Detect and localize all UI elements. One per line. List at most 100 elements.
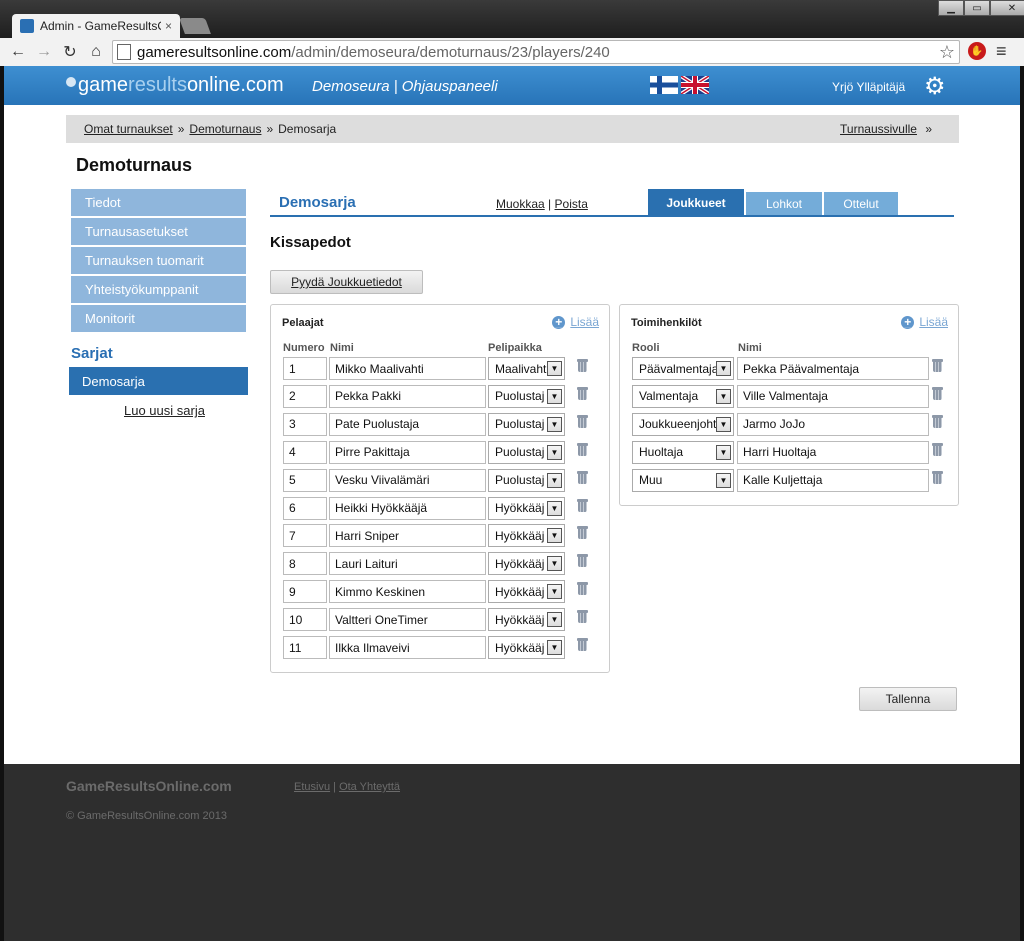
finnish-flag-icon[interactable] [650, 76, 678, 94]
home-icon[interactable]: ⌂ [84, 40, 108, 64]
player-position-select[interactable]: Puolustaj ▼ [488, 440, 565, 464]
tab-lohkot[interactable]: Lohkot [746, 192, 822, 216]
delete-trash-icon[interactable] [577, 414, 588, 428]
player-name-input[interactable]: Harri Sniper [329, 524, 486, 548]
delete-trash-icon[interactable] [577, 470, 588, 484]
staff-name-input[interactable]: Ville Valmentaja [737, 384, 929, 408]
reload-icon[interactable]: ↻ [58, 40, 82, 64]
player-number-input[interactable]: 8 [283, 552, 327, 576]
browser-menu-icon[interactable]: ≡ [996, 41, 1007, 62]
player-number-input[interactable]: 10 [283, 608, 327, 632]
request-team-info-button[interactable]: Pyydä Joukkuetiedot [270, 270, 423, 294]
minimize-icon[interactable]: ▁ [938, 0, 964, 16]
player-number-input[interactable]: 2 [283, 384, 327, 408]
delete-series-link[interactable]: Poista [555, 197, 588, 211]
breadcrumb-link-demoturnaus[interactable]: Demoturnaus [189, 122, 261, 136]
player-name-input[interactable]: Kimmo Keskinen [329, 580, 486, 604]
sidebar-item-tiedot[interactable]: Tiedot [71, 189, 246, 216]
staff-role-select[interactable]: Huoltaja ▼ [632, 440, 734, 464]
stop-extension-icon[interactable]: ✋ [968, 42, 986, 60]
player-position-select[interactable]: Hyökkääj ▼ [488, 496, 565, 520]
player-position-select[interactable]: Hyökkääj ▼ [488, 580, 565, 604]
player-number-input[interactable]: 6 [283, 496, 327, 520]
delete-trash-icon[interactable] [577, 498, 588, 512]
staff-role-select[interactable]: Päävalmentaja ▼ [632, 357, 734, 380]
new-tab-button[interactable] [179, 18, 211, 34]
delete-trash-icon[interactable] [932, 470, 943, 484]
staff-name-input[interactable]: Pekka Päävalmentaja [737, 357, 929, 380]
player-name-input[interactable]: Ilkka Ilmaveivi [329, 636, 486, 659]
delete-trash-icon[interactable] [577, 554, 588, 568]
browser-tab[interactable]: Admin - GameResultsOnli × [12, 14, 180, 38]
staff-name-input[interactable]: Kalle Kuljettaja [737, 468, 929, 492]
delete-trash-icon[interactable] [577, 526, 588, 540]
player-name-input[interactable]: Valtteri OneTimer [329, 608, 486, 632]
player-number-input[interactable]: 1 [283, 357, 327, 380]
delete-trash-icon[interactable] [932, 386, 943, 400]
player-number-input[interactable]: 3 [283, 412, 327, 436]
staff-role-select[interactable]: Joukkueenjohtaja▼ [632, 412, 734, 436]
footer-link-home[interactable]: Etusivu [294, 781, 330, 793]
edit-series-link[interactable]: Muokkaa [496, 197, 545, 211]
trash-can [578, 445, 587, 456]
player-number-input[interactable]: 9 [283, 580, 327, 604]
staff-role-select[interactable]: Muu ▼ [632, 468, 734, 492]
player-position-select[interactable]: Puolustaj ▼ [488, 468, 565, 492]
delete-trash-icon[interactable] [577, 610, 588, 624]
sidebar-item-yhteistyokumppanit[interactable]: Yhteistyökumppanit [71, 276, 246, 303]
delete-trash-icon[interactable] [577, 359, 588, 372]
sidebar-item-turnausasetukset[interactable]: Turnausasetukset [71, 218, 246, 245]
player-position-select[interactable]: Hyökkääj ▼ [488, 636, 565, 659]
player-position-select[interactable]: Puolustaj ▼ [488, 412, 565, 436]
delete-trash-icon[interactable] [577, 442, 588, 456]
player-name-input[interactable]: Mikko Maalivahti [329, 357, 486, 380]
maximize-icon[interactable]: ▭ [964, 0, 990, 16]
uk-flag-icon[interactable] [681, 76, 709, 94]
tab-joukkueet[interactable]: Joukkueet [648, 189, 744, 216]
delete-trash-icon[interactable] [577, 582, 588, 596]
staff-role-select[interactable]: Valmentaja ▼ [632, 384, 734, 408]
player-name-input[interactable]: Lauri Laituri [329, 552, 486, 576]
delete-trash-icon[interactable] [932, 359, 943, 372]
player-name-input[interactable]: Vesku Viivalämäri [329, 468, 486, 492]
sidebar-item-monitorit[interactable]: Monitorit [71, 305, 246, 332]
delete-trash-icon[interactable] [577, 386, 588, 400]
delete-trash-icon[interactable] [932, 414, 943, 428]
create-series-link[interactable]: Luo uusi sarja [124, 403, 205, 418]
delete-trash-icon[interactable] [932, 442, 943, 456]
address-bar[interactable]: gameresultsonline.com /admin/demoseura/d… [112, 40, 960, 64]
player-number-input[interactable]: 11 [283, 636, 327, 659]
player-number-input[interactable]: 4 [283, 440, 327, 464]
window-close-icon[interactable]: ✕ [990, 0, 1024, 16]
sidebar-item-demosarja[interactable]: Demosarja [69, 367, 248, 395]
breadcrumb-link-omat-turnaukset[interactable]: Omat turnaukset [84, 122, 173, 136]
save-button[interactable]: Tallenna [859, 687, 957, 711]
forward-icon[interactable]: → [32, 40, 56, 64]
footer-link-contact[interactable]: Ota Yhteyttä [339, 781, 400, 793]
player-position-select[interactable]: Maalivaht ▼ [488, 357, 565, 380]
player-number-input[interactable]: 7 [283, 524, 327, 548]
tab-close-icon[interactable]: × [165, 19, 172, 33]
staff-name-input[interactable]: Jarmo JoJo [737, 412, 929, 436]
player-position-select[interactable]: Hyökkääj ▼ [488, 552, 565, 576]
add-staff-link[interactable]: + Lisää [901, 315, 948, 329]
bookmark-star-icon[interactable]: ☆ [939, 42, 955, 63]
site-logo[interactable]: gameresultsonline.com [66, 74, 284, 97]
add-player-link[interactable]: + Lisää [552, 315, 599, 329]
tournament-page-link[interactable]: Turnaussivulle [840, 122, 917, 136]
player-name-input[interactable]: Pirre Pakittaja [329, 440, 486, 464]
player-position-select[interactable]: Puolustaj ▼ [488, 384, 565, 408]
player-name-input[interactable]: Heikki Hyökkääjä [329, 496, 486, 520]
delete-trash-icon[interactable] [577, 638, 588, 651]
back-icon[interactable]: ← [6, 40, 30, 64]
tab-ottelut[interactable]: Ottelut [824, 192, 898, 216]
player-number-input[interactable]: 5 [283, 468, 327, 492]
user-name[interactable]: Yrjö Ylläpitäjä [832, 80, 905, 94]
player-position-select[interactable]: Hyökkääj ▼ [488, 524, 565, 548]
player-name-input[interactable]: Pate Puolustaja [329, 412, 486, 436]
player-position-select[interactable]: Hyökkääj ▼ [488, 608, 565, 632]
sidebar-item-tuomarit[interactable]: Turnauksen tuomarit [71, 247, 246, 274]
player-name-input[interactable]: Pekka Pakki [329, 384, 486, 408]
staff-name-input[interactable]: Harri Huoltaja [737, 440, 929, 464]
settings-gear-icon[interactable]: ⚙ [924, 72, 946, 101]
